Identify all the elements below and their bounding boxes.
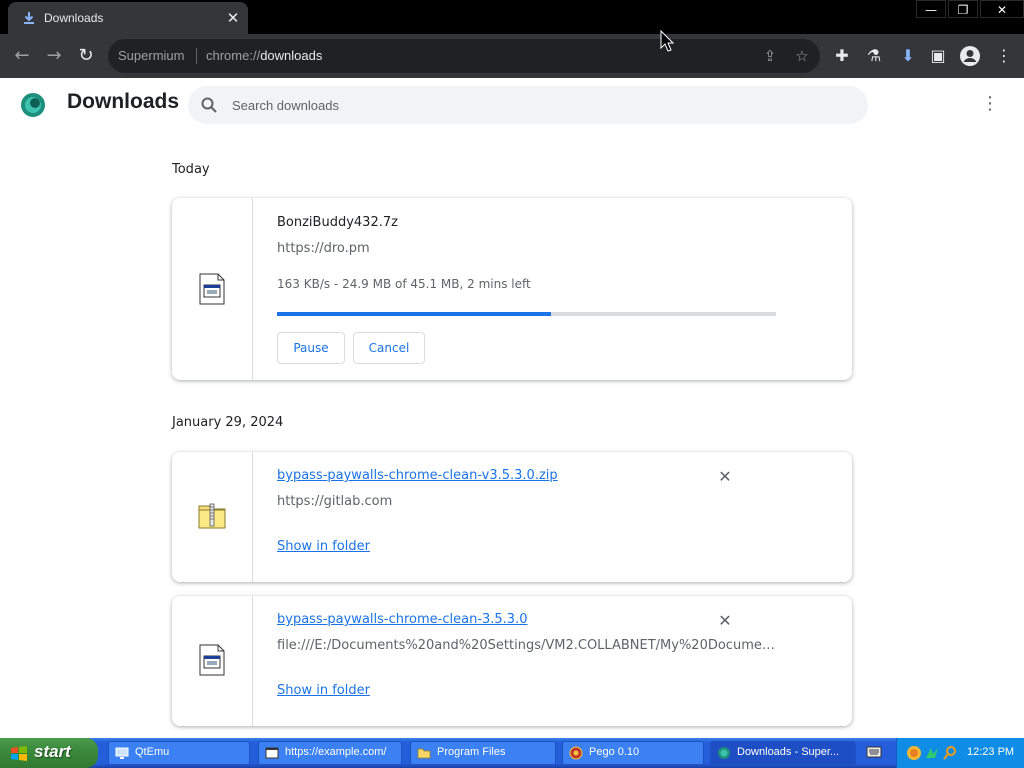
taskbar-item-label: QtEmu xyxy=(135,746,170,758)
minimize-icon[interactable]: — xyxy=(916,0,946,18)
taskbar-item-program-files[interactable]: Program Files xyxy=(410,741,556,765)
downloads-header: Downloads ⋮ xyxy=(0,78,1024,130)
download-card: bypass-paywalls-chrome-clean-v3.5.3.0.zi… xyxy=(172,452,852,582)
progress-bar xyxy=(277,312,776,316)
download-indicator-icon[interactable]: ⬇ xyxy=(896,44,920,68)
taskbar-item-downloads[interactable]: Downloads - Super... xyxy=(710,741,856,765)
page-title: Downloads xyxy=(67,90,180,113)
card-icon-column xyxy=(172,596,253,726)
network-icon[interactable] xyxy=(924,745,940,761)
tab-downloads[interactable]: Downloads ✕ xyxy=(8,2,248,34)
file-name-link[interactable]: bypass-paywalls-chrome-clean-v3.5.3.0.zi… xyxy=(277,468,558,483)
folder-icon xyxy=(417,748,431,759)
tab-strip: Downloads ✕ — ❐ ✕ xyxy=(0,0,1024,34)
system-tray: 12:23 PM xyxy=(896,738,1024,768)
supermium-logo-icon xyxy=(21,93,45,117)
generic-file-icon xyxy=(199,644,225,676)
taskbar-item-example[interactable]: https://example.com/ xyxy=(258,741,402,765)
tab-title: Downloads xyxy=(44,11,104,25)
card-body: bypass-paywalls-chrome-clean-v3.5.3.0.zi… xyxy=(277,452,852,582)
reload-icon[interactable]: ↻ xyxy=(74,44,98,68)
download-card: bypass-paywalls-chrome-clean-3.5.3.0 fil… xyxy=(172,596,852,726)
file-name: BonziBuddy432.7z xyxy=(277,215,398,230)
file-url: https://dro.pm xyxy=(277,241,370,256)
taskbar-item-qtemu[interactable]: QtEmu xyxy=(108,741,250,765)
taskbar-item-pego[interactable]: Pego 0.10 xyxy=(562,741,704,765)
download-card: BonziBuddy432.7z https://dro.pm 163 KB/s… xyxy=(172,198,852,380)
search-input[interactable] xyxy=(232,95,832,115)
browser-toolbar: ← → ↻ Supermium chrome://downloads ⇪ ☆ ✚… xyxy=(0,34,1024,78)
start-button[interactable]: start xyxy=(0,738,98,768)
taskbar-item-label: Downloads - Super... xyxy=(737,746,840,758)
profile-icon[interactable] xyxy=(958,44,982,68)
extensions-icon[interactable]: ✚ xyxy=(830,44,854,68)
progress-fill xyxy=(277,312,552,316)
pause-button[interactable]: Pause xyxy=(277,332,345,364)
card-icon-column xyxy=(172,198,253,380)
close-icon[interactable]: ✕ xyxy=(980,0,1024,18)
url-text: chrome://downloads xyxy=(206,48,323,63)
cancel-button[interactable]: Cancel xyxy=(353,332,425,364)
browser-menu-icon[interactable]: ⋮ xyxy=(992,44,1016,68)
section-label-date: January 29, 2024 xyxy=(172,415,284,430)
omnibox-divider xyxy=(196,48,197,64)
zip-folder-icon xyxy=(198,503,226,529)
taskbar-item-label: Pego 0.10 xyxy=(589,746,640,758)
supermium-icon xyxy=(718,747,730,759)
windows-flag-icon xyxy=(11,746,27,761)
pego-app-icon xyxy=(569,746,583,760)
bonzi-tray-icon[interactable] xyxy=(906,745,922,761)
mouse-cursor-icon xyxy=(660,30,674,52)
window-controls: — ❐ ✕ xyxy=(914,0,1024,18)
search-tray-icon[interactable] xyxy=(942,745,958,761)
back-icon[interactable]: ← xyxy=(10,44,34,68)
file-url: https://gitlab.com xyxy=(277,494,393,509)
monitor-icon xyxy=(115,747,129,759)
search-icon xyxy=(201,97,217,113)
taskbar: start QtEmu https://example.com/ Program… xyxy=(0,738,1024,768)
share-icon[interactable]: ⇪ xyxy=(760,46,780,66)
restore-icon[interactable]: ❐ xyxy=(948,0,978,18)
search-box[interactable] xyxy=(188,86,868,124)
card-icon-column xyxy=(172,452,253,582)
show-in-folder-link[interactable]: Show in folder xyxy=(277,539,370,554)
start-label: start xyxy=(34,742,71,761)
forward-icon[interactable]: → xyxy=(42,44,66,68)
file-url: file:///E:/Documents%20and%20Settings/VM… xyxy=(277,638,777,653)
labs-icon[interactable]: ⚗ xyxy=(862,44,886,68)
taskbar-item-label: https://example.com/ xyxy=(285,746,387,758)
download-status: 163 KB/s - 24.9 MB of 45.1 MB, 2 mins le… xyxy=(277,277,531,291)
file-name-link[interactable]: bypass-paywalls-chrome-clean-3.5.3.0 xyxy=(277,612,528,627)
clock: 12:23 PM xyxy=(967,746,1015,758)
window-icon xyxy=(265,747,279,759)
show-in-folder-link[interactable]: Show in folder xyxy=(277,683,370,698)
keyboard-icon[interactable] xyxy=(866,745,882,759)
side-panel-icon[interactable]: ▣ xyxy=(926,44,950,68)
bookmark-star-icon[interactable]: ☆ xyxy=(792,46,812,66)
download-icon xyxy=(24,12,34,24)
page-menu-icon[interactable]: ⋮ xyxy=(980,94,1000,114)
card-body: bypass-paywalls-chrome-clean-3.5.3.0 fil… xyxy=(277,596,852,726)
site-name: Supermium xyxy=(118,48,185,63)
tab-close-icon[interactable]: ✕ xyxy=(223,8,243,28)
address-bar[interactable]: Supermium chrome://downloads ⇪ ☆ xyxy=(108,39,820,73)
remove-icon[interactable]: ✕ xyxy=(713,609,737,633)
taskbar-item-label: Program Files xyxy=(437,746,506,758)
card-body: BonziBuddy432.7z https://dro.pm 163 KB/s… xyxy=(277,198,852,380)
generic-file-icon xyxy=(199,273,225,305)
section-label-today: Today xyxy=(172,162,210,177)
remove-icon[interactable]: ✕ xyxy=(713,465,737,489)
